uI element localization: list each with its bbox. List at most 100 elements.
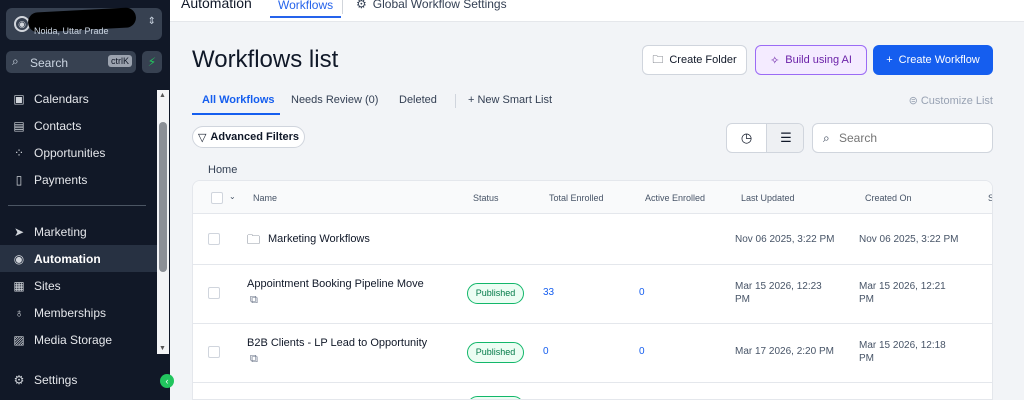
column-active-enrolled[interactable]: Active Enrolled (645, 193, 705, 203)
sidebar-item-sites[interactable]: ▦ Sites (0, 272, 157, 299)
advanced-filters-button[interactable]: ▽ Advanced Filters (192, 126, 305, 148)
column-name[interactable]: Name (253, 193, 277, 203)
sidebar-item-marketing[interactable]: ➤ Marketing (0, 218, 157, 245)
sidebar-item-label: Settings (34, 372, 78, 387)
table-row[interactable]: Appointment Booking Pipeline Move ⧉ Publ… (193, 265, 992, 324)
view-toggle: ◷ ☰ (726, 123, 804, 153)
payments-icon: ▯ (15, 172, 23, 187)
row-checkbox[interactable] (208, 233, 220, 245)
quick-action-bolt-icon[interactable]: ⚡ (142, 51, 162, 73)
search-input[interactable] (839, 129, 987, 147)
shortcut-badge: ctrlK (108, 55, 132, 67)
active-tab-indicator (192, 113, 280, 115)
tab-all-workflows[interactable]: All Workflows (202, 94, 275, 106)
create-folder-button[interactable]: 🗀 Create Folder (642, 45, 747, 75)
search-icon: ⌕ (823, 131, 830, 145)
column-created-on[interactable]: Created On (865, 193, 912, 203)
last-updated: Mar 15 2026, 12:23 (735, 281, 822, 292)
status-badge: Published (467, 342, 524, 363)
section-title: Automation (181, 0, 252, 11)
divider (455, 94, 456, 108)
workflow-name[interactable]: B2B Clients - LP Lead to Opportunity (247, 337, 427, 349)
search-icon: ⌕ (12, 54, 19, 68)
select-all-checkbox[interactable] (211, 192, 223, 204)
chevron-updown-icon: ⇕ (147, 16, 156, 27)
created-on-line2: PM (859, 353, 874, 364)
new-smart-list-button[interactable]: + New Smart List (468, 94, 552, 106)
sidebar-scrollbar[interactable]: ▲ ▼ (157, 90, 169, 354)
sidebar-item-label: Calendars (34, 91, 89, 106)
total-enrolled[interactable]: 0 (543, 346, 549, 357)
divider (342, 0, 343, 14)
gear-icon: ⚙ (356, 0, 367, 11)
tab-workflows[interactable]: Workflows (270, 0, 342, 18)
list-view-icon[interactable]: ☰ (766, 124, 803, 152)
scroll-down-icon[interactable]: ▼ (159, 345, 166, 352)
sidebar-item-memberships[interactable]: ♁ Memberships (0, 299, 157, 326)
sidebar-item-label: Media Storage (34, 332, 113, 347)
customize-list-button[interactable]: ⊜ Customize List (909, 94, 993, 107)
table-header: ⌄ Name Status Total Enrolled Active Enro… (193, 181, 992, 214)
sidebar-item-media-storage[interactable]: ▨ Media Storage (0, 326, 157, 353)
image-icon: ▨ (13, 332, 25, 347)
table-row[interactable] (193, 383, 992, 399)
button-label: Customize List (920, 95, 993, 107)
column-status[interactable]: Status (473, 193, 499, 203)
tab-needs-review[interactable]: Needs Review (0) (291, 94, 378, 106)
sidebar-search[interactable]: ⌕ Search ctrlK (6, 51, 136, 73)
total-enrolled[interactable]: 33 (543, 287, 554, 298)
automation-icon: ◉ (13, 251, 25, 266)
column-truncated[interactable]: S (988, 193, 992, 203)
chevron-down-icon[interactable]: ⌄ (229, 192, 236, 201)
build-using-ai-button[interactable]: ✧ Build using AI (755, 45, 867, 75)
sidebar-item-label: Memberships (34, 305, 107, 320)
last-updated: Mar 17 2026, 2:20 PM (735, 346, 834, 357)
sidebar-item-contacts[interactable]: ▤ Contacts (0, 112, 157, 139)
table-row[interactable]: B2B Clients - LP Lead to Opportunity ⧉ P… (193, 324, 992, 383)
sidebar-search-placeholder: Search (30, 56, 69, 70)
main-content: Automation Workflows ⚙ Global Workflow Se… (170, 0, 1024, 400)
row-checkbox[interactable] (208, 287, 220, 299)
sidebar-item-opportunities[interactable]: ⁘ Opportunities (0, 139, 157, 166)
tab-deleted[interactable]: Deleted (399, 94, 437, 106)
tab-global-workflow-settings[interactable]: ⚙ Global Workflow Settings (356, 0, 507, 11)
workflow-name[interactable]: Marketing Workflows (268, 233, 370, 245)
button-label: Create Folder (669, 54, 737, 66)
sidebar-item-calendars[interactable]: ▣ Calendars (0, 85, 157, 112)
sidebar-item-label: Contacts (34, 118, 82, 133)
button-label: Build using AI (785, 54, 852, 66)
calendar-icon: ▣ (13, 91, 25, 106)
memberships-icon: ♁ (14, 305, 24, 320)
column-last-updated[interactable]: Last Updated (741, 193, 795, 203)
column-total-enrolled[interactable]: Total Enrolled (549, 193, 604, 203)
row-checkbox[interactable] (208, 346, 220, 358)
location-switcher[interactable]: ◉ Noida, Uttar Prade ⇕ (6, 7, 162, 40)
scrollbar-thumb[interactable] (159, 122, 167, 272)
location-subtitle: Noida, Uttar Prade (34, 26, 109, 36)
button-label: Advanced Filters (210, 131, 300, 143)
page-title: Workflows list (192, 46, 339, 73)
external-link-icon[interactable]: ⧉ (250, 294, 258, 307)
active-enrolled[interactable]: 0 (639, 346, 645, 357)
sparkle-icon: ✧ (770, 54, 780, 67)
status-badge (467, 396, 524, 399)
workflow-name[interactable]: Appointment Booking Pipeline Move (247, 278, 424, 290)
external-link-icon[interactable]: ⧉ (250, 353, 258, 366)
created-on-line2: PM (859, 294, 874, 305)
status-badge: Published (467, 283, 524, 304)
breadcrumb[interactable]: Home (208, 164, 237, 176)
history-view-icon[interactable]: ◷ (727, 124, 766, 152)
sidebar-item-label: Payments (34, 172, 88, 187)
created-on: Mar 15 2026, 12:18 (859, 340, 946, 351)
sidebar-item-settings[interactable]: ⚙ Settings (0, 366, 157, 393)
sidebar-item-payments[interactable]: ▯ Payments (0, 166, 157, 193)
sidebar-item-automation[interactable]: ◉ Automation (0, 245, 157, 272)
create-workflow-button[interactable]: + Create Workflow (873, 45, 993, 75)
table-row[interactable]: 🗀 Marketing Workflows Nov 06 2025, 3:22 … (193, 214, 992, 265)
scroll-up-icon[interactable]: ▲ (159, 92, 166, 99)
gear-icon: ⚙ (13, 372, 25, 387)
created-on: Nov 06 2025, 3:22 PM (859, 234, 959, 245)
active-enrolled[interactable]: 0 (639, 287, 645, 298)
workflows-table: ⌄ Name Status Total Enrolled Active Enro… (192, 180, 993, 400)
opportunities-icon: ⁘ (13, 145, 25, 160)
